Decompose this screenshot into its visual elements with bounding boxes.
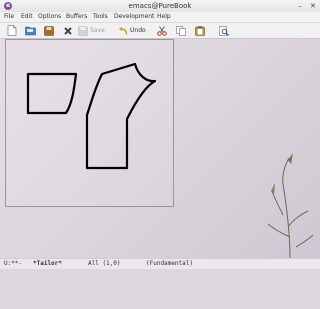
open-folder-icon [25,26,36,36]
close-icon [64,26,72,35]
menu-help[interactable]: Help [157,13,171,20]
undo-label: Undo [130,27,146,34]
kill-buffer-button[interactable] [63,25,73,36]
cut-icon [157,25,167,36]
copy-icon [176,25,186,36]
copy-button[interactable] [176,25,186,36]
menu-development[interactable]: Development [114,13,154,20]
menu-buffers[interactable]: Buffers [66,13,87,20]
search-icon [219,25,229,36]
emacs-frame[interactable] [5,39,174,207]
menu-options[interactable]: Options [38,13,61,20]
open-file-button[interactable] [25,25,36,36]
save-file-button[interactable] [44,25,54,36]
paste-button[interactable] [195,25,205,36]
minimize-button[interactable]: – [298,2,302,10]
mode-line: U:**- *Tailor* All (1,0) (Fundamental) [0,258,320,269]
new-file-button[interactable] [7,25,17,36]
save-button[interactable]: Save [78,25,105,36]
save-label: Save [90,27,105,34]
menu-bar: File Edit Options Buffers Tools Developm… [0,12,320,23]
editor-area[interactable] [0,39,320,258]
undo-icon [119,26,128,35]
sleeve-pattern-piece [26,72,78,115]
menu-file[interactable]: File [4,13,14,20]
cut-button[interactable] [157,25,167,36]
save-disabled-icon [78,25,88,36]
close-window-button[interactable]: ✕ [310,2,316,10]
bodice-pattern-piece [85,62,157,170]
save-icon [44,25,54,36]
menu-edit[interactable]: Edit [21,13,33,20]
search-button[interactable] [219,25,229,36]
menu-tools[interactable]: Tools [93,13,108,20]
window-title: emacs@PureBook [128,2,192,10]
tool-bar: Save Undo [0,23,320,39]
paste-icon [195,25,205,36]
tailor-pattern-drawing [26,62,157,170]
new-file-icon [7,25,17,36]
undo-button[interactable]: Undo [118,25,146,36]
